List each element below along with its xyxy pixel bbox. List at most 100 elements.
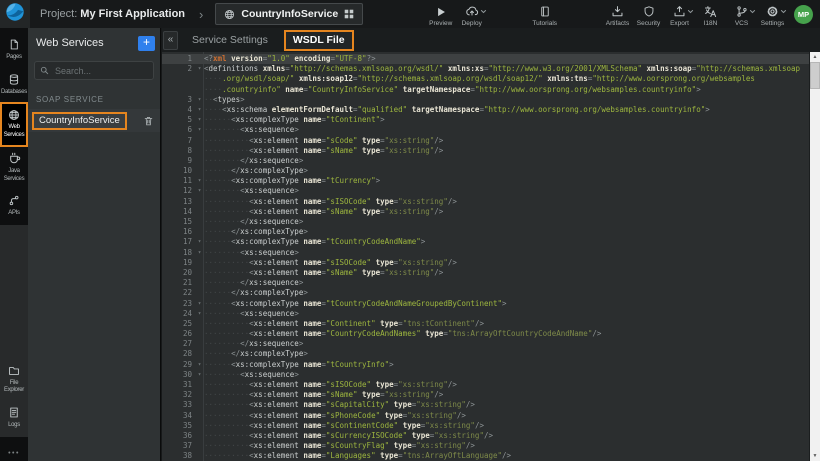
fold-toggle-icon[interactable]: ▾ [195,95,204,105]
search-input[interactable] [53,65,148,77]
breadcrumb[interactable]: Project:My First Application [40,8,185,20]
code-line[interactable]: 2▾<definitions xmlns="http://schemas.xml… [162,64,810,74]
tab-service-settings[interactable]: Service Settings [192,34,268,46]
code-line[interactable]: 31··········<xs:element name="sISOCode" … [162,380,810,390]
code-line[interactable]: 13··········<xs:element name="sISOCode" … [162,197,810,207]
sidebar-item-label: Web Services [0,124,28,139]
main-tabs: Service Settings WSDL File [192,30,354,51]
code-line[interactable]: 10······</xs:complexType> [162,166,810,176]
fold-toggle-icon[interactable]: ▾ [195,248,204,258]
code-line[interactable]: ····.countryinfo" name="CountryInfoServi… [162,85,810,95]
code-line[interactable]: 34··········<xs:element name="sPhoneCode… [162,411,810,421]
fold-toggle-icon[interactable]: ▾ [195,105,204,115]
sidebar-item-apis[interactable]: APIs [0,189,28,224]
code-line[interactable]: 5▾······<xs:complexType name="tContinent… [162,115,810,125]
i18n-button[interactable]: I18N [695,2,726,27]
code-line[interactable]: 7··········<xs:element name="sCode" type… [162,136,810,146]
code-line[interactable]: ····.org/wsdl/soap/" xmlns:soap12="http:… [162,74,810,84]
fold-toggle-icon[interactable]: ▾ [195,176,204,186]
code-line[interactable]: 3▾··<types> [162,95,810,105]
code-line[interactable]: 21········</xs:sequence> [162,278,810,288]
code-line[interactable]: 24▾········<xs:sequence> [162,309,810,319]
service-list-item[interactable]: CountryInfoService [28,109,160,132]
code-line[interactable]: 8··········<xs:element name="sName" type… [162,146,810,156]
deploy-button[interactable]: Deploy [456,2,487,27]
code-line[interactable]: 11▾······<xs:complexType name="tCurrency… [162,176,810,186]
code-line[interactable]: 17▾······<xs:complexType name="tCountryC… [162,237,810,247]
sidebar-item-java-services[interactable]: Java Services [0,147,28,189]
topbar-right-actions: ArtifactsSecurityExportI18NVCSSettings [602,2,788,27]
preview-button[interactable]: Preview [425,2,456,27]
security-button[interactable]: Security [633,2,664,27]
code-line[interactable]: 4▾····<xs:schema elementFormDefault="qua… [162,105,810,115]
add-service-button[interactable]: + [138,36,155,51]
code-line[interactable]: 20··········<xs:element name="sName" typ… [162,268,810,278]
chevron-down-icon [749,1,756,19]
code-line[interactable]: 23▾······<xs:complexType name="tCountryC… [162,299,810,309]
code-line[interactable]: 30▾········<xs:sequence> [162,370,810,380]
code-line[interactable]: 33··········<xs:element name="sCapitalCi… [162,400,810,410]
code-line[interactable]: 22······</xs:complexType> [162,288,810,298]
code-line[interactable]: 9········</xs:sequence> [162,156,810,166]
logs-icon [8,406,20,419]
code-line-active[interactable]: 1<?xml version="1.0" encoding="UTF-8"?> [162,54,810,64]
scrollbar-thumb[interactable] [810,62,820,89]
fold-toggle-icon[interactable]: ▾ [195,115,204,125]
fold-toggle-icon[interactable]: ▾ [195,237,204,247]
code-line[interactable]: 37··········<xs:element name="sCountryFl… [162,441,810,451]
code-line[interactable]: 28······</xs:complexType> [162,349,810,359]
trash-icon [143,115,154,127]
open-service-tab[interactable]: CountryInfoService [215,3,363,25]
sidebar-item-logs[interactable]: Logs [0,401,28,436]
code-line[interactable]: 12▾········<xs:sequence> [162,186,810,196]
code-line[interactable]: 36··········<xs:element name="sCurrencyI… [162,431,810,441]
database-icon [8,73,20,86]
code-line[interactable]: 15········</xs:sequence> [162,217,810,227]
sidebar-item-databases[interactable]: Databases [0,68,28,103]
export-button[interactable]: Export [664,2,695,27]
fold-gutter [195,288,204,298]
fold-gutter [195,146,204,156]
tab-wsdl-file[interactable]: WSDL File [284,30,354,51]
code-area[interactable]: 1<?xml version="1.0" encoding="UTF-8"?>2… [162,52,810,461]
vcs-button[interactable]: VCS [726,2,757,27]
sidebar-item-web-services[interactable]: Web Services [0,102,28,147]
line-number [162,74,195,84]
code-line[interactable]: 35··········<xs:element name="sContinent… [162,421,810,431]
delete-service-button[interactable] [143,115,154,127]
code-line[interactable]: 6▾········<xs:sequence> [162,125,810,135]
fold-toggle-icon[interactable]: ▾ [195,186,204,196]
code-line[interactable]: 14··········<xs:element name="sName" typ… [162,207,810,217]
fold-toggle-icon[interactable]: ▾ [195,299,204,309]
code-text: ··········<xs:element name="Languages" t… [204,451,810,461]
code-line[interactable]: 32··········<xs:element name="sName" typ… [162,390,810,400]
avatar[interactable]: MP [794,5,813,24]
fold-toggle-icon[interactable]: ▾ [195,125,204,135]
editor-scrollbar[interactable]: ▲ ▼ [809,52,820,461]
scroll-up-button[interactable]: ▲ [810,52,820,62]
settings-icon [766,5,779,19]
code-line[interactable]: 38··········<xs:element name="Languages"… [162,451,810,461]
artifacts-button[interactable]: Artifacts [602,2,633,27]
app-logo[interactable] [0,0,30,28]
code-line[interactable]: 16······</xs:complexType> [162,227,810,237]
code-line[interactable]: 26··········<xs:element name="CountryCod… [162,329,810,339]
sidebar-item-file-explorer[interactable]: File Explorer [0,360,28,401]
code-line[interactable]: 19··········<xs:element name="sISOCode" … [162,258,810,268]
code-line[interactable]: 29▾······<xs:complexType name="tCountryI… [162,360,810,370]
collapse-panel-button[interactable]: « [163,31,178,50]
scroll-down-button[interactable]: ▼ [810,451,820,461]
code-line[interactable]: 27········</xs:sequence> [162,339,810,349]
fold-toggle-icon[interactable]: ▾ [195,360,204,370]
fold-toggle-icon[interactable]: ▾ [195,370,204,380]
code-line[interactable]: 25··········<xs:element name="Continent"… [162,319,810,329]
rail-overflow-button[interactable]: ••• [0,450,28,457]
sidebar-item-pages[interactable]: Pages [0,33,28,68]
fold-toggle-icon[interactable]: ▾ [195,64,204,74]
fold-gutter [195,54,204,64]
fold-toggle-icon[interactable]: ▾ [195,309,204,319]
settings-button[interactable]: Settings [757,2,788,27]
code-line[interactable]: 18▾········<xs:sequence> [162,248,810,258]
tutorials-button[interactable]: Tutorials [529,2,560,27]
wsdl-editor[interactable]: 1<?xml version="1.0" encoding="UTF-8"?>2… [162,52,820,461]
